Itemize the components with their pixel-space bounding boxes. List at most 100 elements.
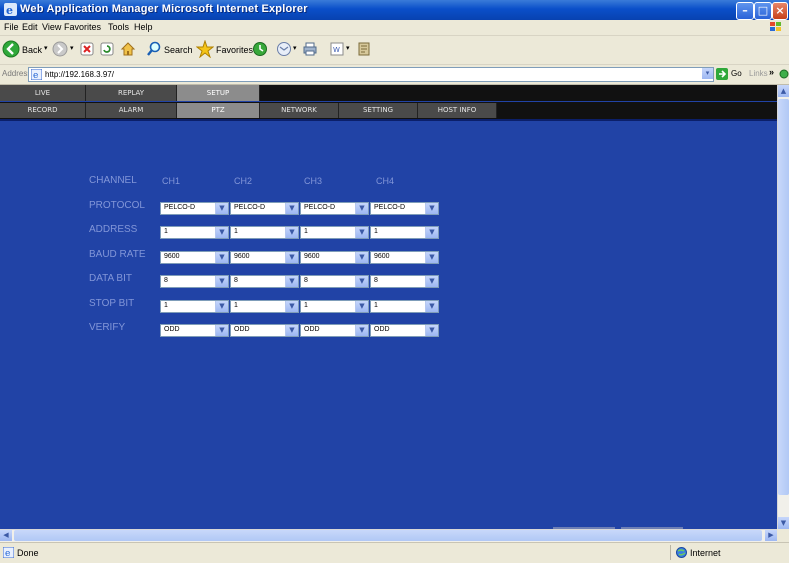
dropdown-arrow-icon[interactable]: ▼ [355, 252, 368, 263]
dropdown-arrow-icon[interactable]: ▼ [285, 252, 298, 263]
dropdown-arrow-icon[interactable]: ▼ [215, 276, 228, 287]
menu-help[interactable]: Help [134, 22, 153, 32]
stop-bit-select-ch3[interactable]: 1 ▼ [300, 300, 369, 313]
maximize-button[interactable]: □ [754, 2, 772, 20]
close-button[interactable]: × [772, 2, 788, 20]
favorites-star-icon[interactable] [196, 40, 214, 58]
scroll-up-icon[interactable]: ▲ [778, 85, 789, 97]
subtab-ptz[interactable]: PTZ [177, 103, 260, 118]
home-icon[interactable] [120, 41, 136, 57]
dropdown-arrow-icon[interactable]: ▼ [285, 301, 298, 312]
dropdown-arrow-icon[interactable]: ▼ [355, 203, 368, 214]
protocol-select-ch3[interactable]: PELCO-D ▼ [300, 202, 369, 215]
dropdown-arrow-icon[interactable]: ▼ [425, 203, 438, 214]
address-dropdown-icon[interactable]: ▾ [702, 68, 713, 79]
links-label[interactable]: Links [749, 69, 768, 78]
dropdown-arrow-icon[interactable]: ▼ [355, 301, 368, 312]
subtab-host-info[interactable]: HOST INFO [418, 103, 497, 118]
dropdown-arrow-icon[interactable]: ▼ [285, 203, 298, 214]
go-arrow-icon[interactable] [716, 68, 728, 80]
dropdown-arrow-icon[interactable]: ▼ [425, 227, 438, 238]
mail-icon[interactable] [276, 41, 292, 57]
tab-live[interactable]: LIVE [0, 85, 86, 101]
menu-view[interactable]: View [42, 22, 61, 32]
dropdown-arrow-icon[interactable]: ▼ [355, 276, 368, 287]
data-bit-select-ch4[interactable]: 8 ▼ [370, 275, 439, 288]
messenger-icon[interactable] [356, 41, 372, 57]
verify-select-ch4[interactable]: ODD ▼ [370, 324, 439, 337]
toolbar-extra-icon[interactable] [779, 68, 789, 80]
stop-bit-select-ch4[interactable]: 1 ▼ [370, 300, 439, 313]
search-label[interactable]: Search [164, 45, 193, 55]
dropdown-arrow-icon[interactable]: ▼ [215, 203, 228, 214]
subtab-network[interactable]: NETWORK [260, 103, 339, 118]
address-select-ch4[interactable]: 1 ▼ [370, 226, 439, 239]
data-bit-select-ch1[interactable]: 8 ▼ [160, 275, 229, 288]
dropdown-arrow-icon[interactable]: ▼ [425, 276, 438, 287]
menu-favorites[interactable]: Favorites [64, 22, 101, 32]
print-icon[interactable] [302, 41, 318, 57]
verify-select-ch3[interactable]: ODD ▼ [300, 324, 369, 337]
subtab-record[interactable]: RECORD [0, 103, 86, 118]
forward-dropdown-icon[interactable]: ▾ [70, 44, 74, 52]
dropdown-arrow-icon[interactable]: ▼ [425, 301, 438, 312]
edit-icon[interactable]: W [330, 42, 344, 56]
baud-rate-select-ch2[interactable]: 9600 ▼ [230, 251, 299, 264]
menu-tools[interactable]: Tools [108, 22, 129, 32]
data-bit-select-ch3[interactable]: 8 ▼ [300, 275, 369, 288]
refresh-icon[interactable] [100, 42, 114, 56]
hscroll-thumb[interactable] [14, 530, 762, 541]
protocol-select-ch2[interactable]: PELCO-D ▼ [230, 202, 299, 215]
stop-bit-select-ch1[interactable]: 1 ▼ [160, 300, 229, 313]
menu-file[interactable]: File [4, 22, 19, 32]
minimize-button[interactable]: – [736, 2, 754, 20]
data-bit-select-ch2[interactable]: 8 ▼ [230, 275, 299, 288]
address-select-ch2[interactable]: 1 ▼ [230, 226, 299, 239]
dropdown-arrow-icon[interactable]: ▼ [215, 301, 228, 312]
favorites-label[interactable]: Favorites [216, 45, 253, 55]
baud-rate-select-ch3[interactable]: 9600 ▼ [300, 251, 369, 264]
dropdown-arrow-icon[interactable]: ▼ [355, 325, 368, 336]
back-arrow-icon[interactable] [2, 40, 20, 58]
protocol-select-ch1[interactable]: PELCO-D ▼ [160, 202, 229, 215]
dropdown-arrow-icon[interactable]: ▼ [215, 227, 228, 238]
dropdown-arrow-icon[interactable]: ▼ [215, 325, 228, 336]
verify-select-ch1[interactable]: ODD ▼ [160, 324, 229, 337]
dropdown-arrow-icon[interactable]: ▼ [215, 252, 228, 263]
menu-edit[interactable]: Edit [22, 22, 38, 32]
stop-bit-select-ch2[interactable]: 1 ▼ [230, 300, 299, 313]
mail-dropdown-icon[interactable]: ▾ [293, 44, 297, 52]
address-select-ch1[interactable]: 1 ▼ [160, 226, 229, 239]
subtab-setting[interactable]: SETTING [339, 103, 418, 118]
scroll-thumb[interactable] [778, 99, 789, 495]
scroll-down-icon[interactable]: ▼ [778, 517, 789, 529]
scroll-left-icon[interactable]: ◀ [0, 530, 12, 541]
scroll-right-icon[interactable]: ▶ [765, 530, 777, 541]
tab-setup[interactable]: SETUP [177, 85, 260, 101]
address-select-ch3[interactable]: 1 ▼ [300, 226, 369, 239]
edit-dropdown-icon[interactable]: ▾ [346, 44, 350, 52]
dropdown-arrow-icon[interactable]: ▼ [425, 252, 438, 263]
dropdown-arrow-icon[interactable]: ▼ [285, 227, 298, 238]
verify-select-ch2[interactable]: ODD ▼ [230, 324, 299, 337]
baud-rate-select-ch1[interactable]: 9600 ▼ [160, 251, 229, 264]
subtab-alarm[interactable]: ALARM [86, 103, 177, 118]
horizontal-scrollbar[interactable]: ◀ ▶ [0, 529, 777, 542]
dropdown-arrow-icon[interactable]: ▼ [355, 227, 368, 238]
baud-rate-select-ch4[interactable]: 9600 ▼ [370, 251, 439, 264]
tab-replay[interactable]: REPLAY [86, 85, 177, 101]
stop-icon[interactable] [80, 42, 94, 56]
address-input[interactable]: e http://192.168.3.97/ ▾ [28, 67, 714, 82]
history-icon[interactable] [252, 41, 268, 57]
back-label[interactable]: Back [22, 45, 42, 55]
chevron-right-icon[interactable]: » [769, 67, 774, 77]
dropdown-arrow-icon[interactable]: ▼ [285, 325, 298, 336]
search-icon[interactable] [146, 41, 162, 57]
go-button[interactable]: Go [731, 69, 742, 78]
dropdown-arrow-icon[interactable]: ▼ [285, 276, 298, 287]
vertical-scrollbar[interactable]: ▲ ▼ [777, 85, 789, 529]
dropdown-arrow-icon[interactable]: ▼ [425, 325, 438, 336]
forward-arrow-icon[interactable] [52, 41, 68, 57]
back-dropdown-icon[interactable]: ▾ [44, 44, 48, 52]
protocol-select-ch4[interactable]: PELCO-D ▼ [370, 202, 439, 215]
